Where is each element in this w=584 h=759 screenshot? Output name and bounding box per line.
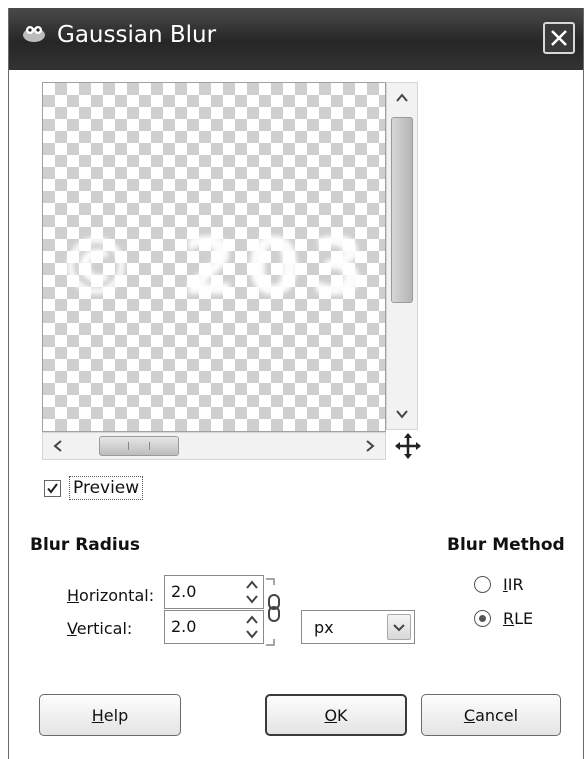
horizontal-spinbutton[interactable]: 2.0 (164, 575, 264, 609)
vertical-label: Vertical: (67, 619, 133, 638)
iir-radio[interactable] (474, 576, 491, 593)
rle-label: RLE (503, 609, 534, 628)
blur-method-heading: Blur Method (447, 535, 565, 555)
preview-image-text: © 203 (57, 223, 375, 313)
checkmark-icon (47, 482, 58, 494)
chain-link-icon[interactable] (264, 575, 284, 649)
gaussian-blur-dialog: Gaussian Blur © 203 Preview Blur Radius … (8, 8, 584, 759)
vertical-spin-arrows-icon[interactable] (241, 611, 263, 643)
close-button[interactable] (543, 22, 575, 54)
cancel-button[interactable]: Cancel (421, 694, 561, 736)
unit-selector[interactable]: px (301, 610, 415, 644)
blur-method-rle-option[interactable]: RLE (474, 609, 533, 628)
horizontal-label: Horizontal: (67, 586, 155, 605)
navigate-move-icon[interactable] (394, 432, 422, 460)
horizontal-scrollbar[interactable] (42, 432, 386, 460)
unit-value: px (314, 618, 334, 637)
scroll-down-icon[interactable] (391, 403, 413, 425)
blur-radius-heading: Blur Radius (30, 535, 140, 555)
title-bar[interactable]: Gaussian Blur (9, 8, 583, 70)
preview-toggle[interactable]: Preview (44, 474, 144, 502)
vertical-scroll-thumb[interactable] (391, 117, 413, 303)
gimp-app-icon (23, 26, 45, 42)
scroll-up-icon[interactable] (391, 87, 413, 109)
preview-label: Preview (69, 476, 144, 500)
scroll-left-icon[interactable] (47, 435, 69, 457)
help-button[interactable]: Help (39, 694, 181, 736)
horizontal-scroll-thumb[interactable] (99, 436, 179, 456)
scroll-right-icon[interactable] (359, 435, 381, 457)
ok-button[interactable]: OK (265, 694, 407, 736)
rle-radio[interactable] (474, 610, 491, 627)
chevron-down-icon (393, 624, 405, 632)
horizontal-spin-arrows-icon[interactable] (241, 576, 263, 608)
close-icon (551, 30, 567, 46)
iir-label: IIR (503, 575, 524, 594)
vertical-scrollbar[interactable] (386, 82, 418, 430)
blur-method-iir-option[interactable]: IIR (474, 575, 524, 594)
preview-canvas[interactable]: © 203 (42, 82, 386, 432)
dialog-title: Gaussian Blur (57, 22, 217, 48)
preview-checkbox[interactable] (44, 479, 61, 497)
horizontal-value: 2.0 (171, 582, 197, 601)
vertical-spinbutton[interactable]: 2.0 (164, 610, 264, 644)
vertical-value: 2.0 (171, 617, 197, 636)
unit-dropdown-button[interactable] (387, 614, 411, 640)
